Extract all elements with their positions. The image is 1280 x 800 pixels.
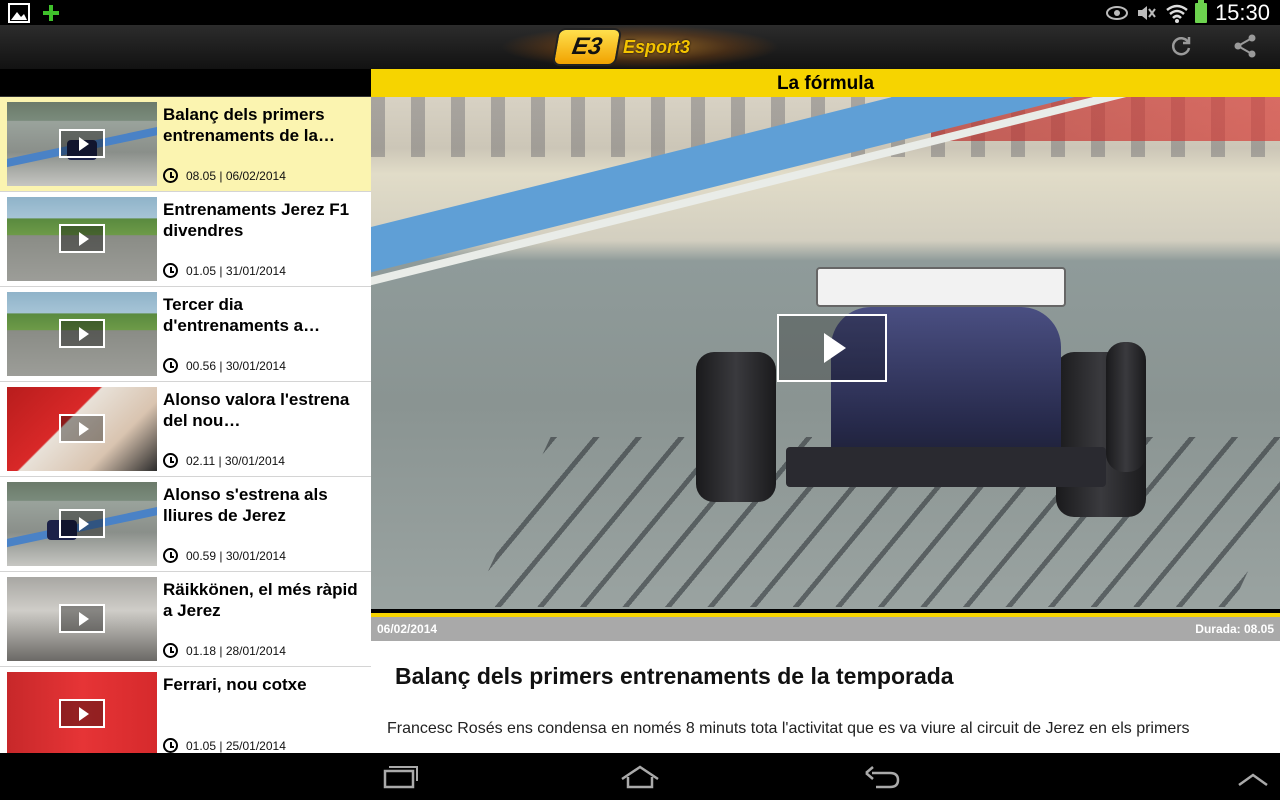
clock-icon bbox=[163, 263, 178, 278]
list-item[interactable]: Balanç dels primers entrenaments de la… … bbox=[0, 97, 371, 192]
recent-apps-button[interactable] bbox=[380, 763, 420, 791]
refresh-button[interactable] bbox=[1166, 31, 1196, 61]
plus-icon bbox=[40, 2, 62, 24]
recent-apps-icon bbox=[383, 766, 418, 789]
clock-icon bbox=[163, 453, 178, 468]
video-thumbnail bbox=[7, 387, 157, 471]
article: Balanç dels primers entrenaments de la t… bbox=[371, 641, 1280, 740]
clock-icon bbox=[163, 548, 178, 563]
video-date: 06/02/2014 bbox=[377, 622, 438, 636]
video-list-panel: Balanç dels primers entrenaments de la… … bbox=[0, 69, 371, 753]
logo-text: Esport3 bbox=[623, 36, 691, 57]
video-meta-bar: 06/02/2014 Durada: 08.05 bbox=[371, 609, 1280, 641]
play-icon bbox=[59, 224, 105, 253]
play-icon bbox=[59, 699, 105, 728]
item-title: Räikkönen, el més ràpid a Jerez bbox=[163, 580, 358, 620]
list-item[interactable]: Räikkönen, el més ràpid a Jerez 01.18 | … bbox=[0, 572, 371, 667]
play-icon bbox=[59, 509, 105, 538]
video-player[interactable] bbox=[371, 97, 1280, 609]
item-time: 01.05 | 31/01/2014 bbox=[186, 263, 286, 278]
item-time: 01.05 | 25/01/2014 bbox=[186, 738, 286, 753]
article-title: Balanç dels primers entrenaments de la t… bbox=[395, 663, 954, 689]
list-item[interactable]: Ferrari, nou cotxe 01.05 | 25/01/2014 bbox=[0, 667, 371, 753]
clock-icon bbox=[163, 358, 178, 373]
gallery-icon bbox=[8, 2, 30, 24]
navigation-bar bbox=[0, 753, 1280, 800]
play-icon bbox=[59, 414, 105, 443]
list-item[interactable]: Alonso s'estrena als lliures de Jerez 00… bbox=[0, 477, 371, 572]
main-content: La fórmula 06/02/2014 Durada: 08.05 Bala… bbox=[371, 69, 1280, 753]
up-chevron-icon bbox=[1238, 773, 1268, 787]
article-body: Francesc Rosés ens condensa en només 8 m… bbox=[387, 720, 1190, 737]
video-thumbnail bbox=[7, 102, 157, 186]
video-thumbnail bbox=[7, 672, 157, 753]
item-time: 08.05 | 06/02/2014 bbox=[186, 168, 286, 183]
video-thumbnail bbox=[7, 482, 157, 566]
item-title: Ferrari, nou cotxe bbox=[163, 675, 307, 694]
home-icon bbox=[621, 765, 659, 789]
category-title: La fórmula bbox=[371, 69, 1280, 97]
status-clock: 15:30 bbox=[1214, 0, 1270, 25]
status-bar: 15:30 bbox=[0, 0, 1280, 25]
item-title: Entrenaments Jerez F1 divendres bbox=[163, 200, 350, 240]
item-time: 01.18 | 28/01/2014 bbox=[186, 643, 286, 658]
clock-icon bbox=[163, 738, 178, 753]
eye-icon bbox=[1105, 2, 1128, 24]
share-button[interactable] bbox=[1230, 31, 1260, 61]
home-button[interactable] bbox=[618, 763, 659, 791]
item-title: Alonso valora l'estrena del nou… bbox=[163, 390, 350, 430]
video-thumbnail bbox=[7, 292, 157, 376]
list-item[interactable]: Entrenaments Jerez F1 divendres 01.05 | … bbox=[0, 192, 371, 287]
action-bar: E3 Esport3 bbox=[0, 25, 1280, 69]
list-item[interactable]: Alonso valora l'estrena del nou… 02.11 |… bbox=[0, 382, 371, 477]
item-time: 02.11 | 30/01/2014 bbox=[186, 453, 285, 468]
mute-icon bbox=[1135, 2, 1157, 24]
battery-icon bbox=[1194, 0, 1207, 23]
play-video-button[interactable] bbox=[777, 314, 887, 382]
share-icon bbox=[1234, 34, 1256, 58]
play-icon bbox=[59, 129, 105, 158]
back-icon bbox=[865, 766, 900, 789]
clock-icon bbox=[163, 168, 178, 183]
item-time: 00.56 | 30/01/2014 bbox=[186, 358, 286, 373]
item-title: Tercer dia d'entrenaments a… bbox=[163, 295, 321, 335]
item-title: Alonso s'estrena als lliures de Jerez bbox=[163, 485, 328, 525]
item-title: Balanç dels primers entrenaments de la… bbox=[163, 105, 335, 145]
list-item[interactable]: Tercer dia d'entrenaments a… 00.56 | 30/… bbox=[0, 287, 371, 382]
clock-icon bbox=[163, 643, 178, 658]
play-icon bbox=[59, 319, 105, 348]
wifi-icon bbox=[1165, 2, 1188, 24]
back-button[interactable] bbox=[862, 763, 902, 791]
video-thumbnail bbox=[7, 197, 157, 281]
logo-badge: E3 bbox=[551, 28, 623, 66]
app-logo: E3 Esport3 bbox=[551, 27, 691, 67]
race-car-image bbox=[696, 267, 1146, 517]
refresh-icon bbox=[1171, 37, 1191, 56]
list-header bbox=[0, 69, 371, 97]
play-icon bbox=[59, 604, 105, 633]
video-duration: Durada: 08.05 bbox=[1195, 622, 1274, 636]
item-time: 00.59 | 30/01/2014 bbox=[186, 548, 286, 563]
up-chevron-button[interactable] bbox=[1235, 763, 1275, 791]
video-thumbnail bbox=[7, 577, 157, 661]
